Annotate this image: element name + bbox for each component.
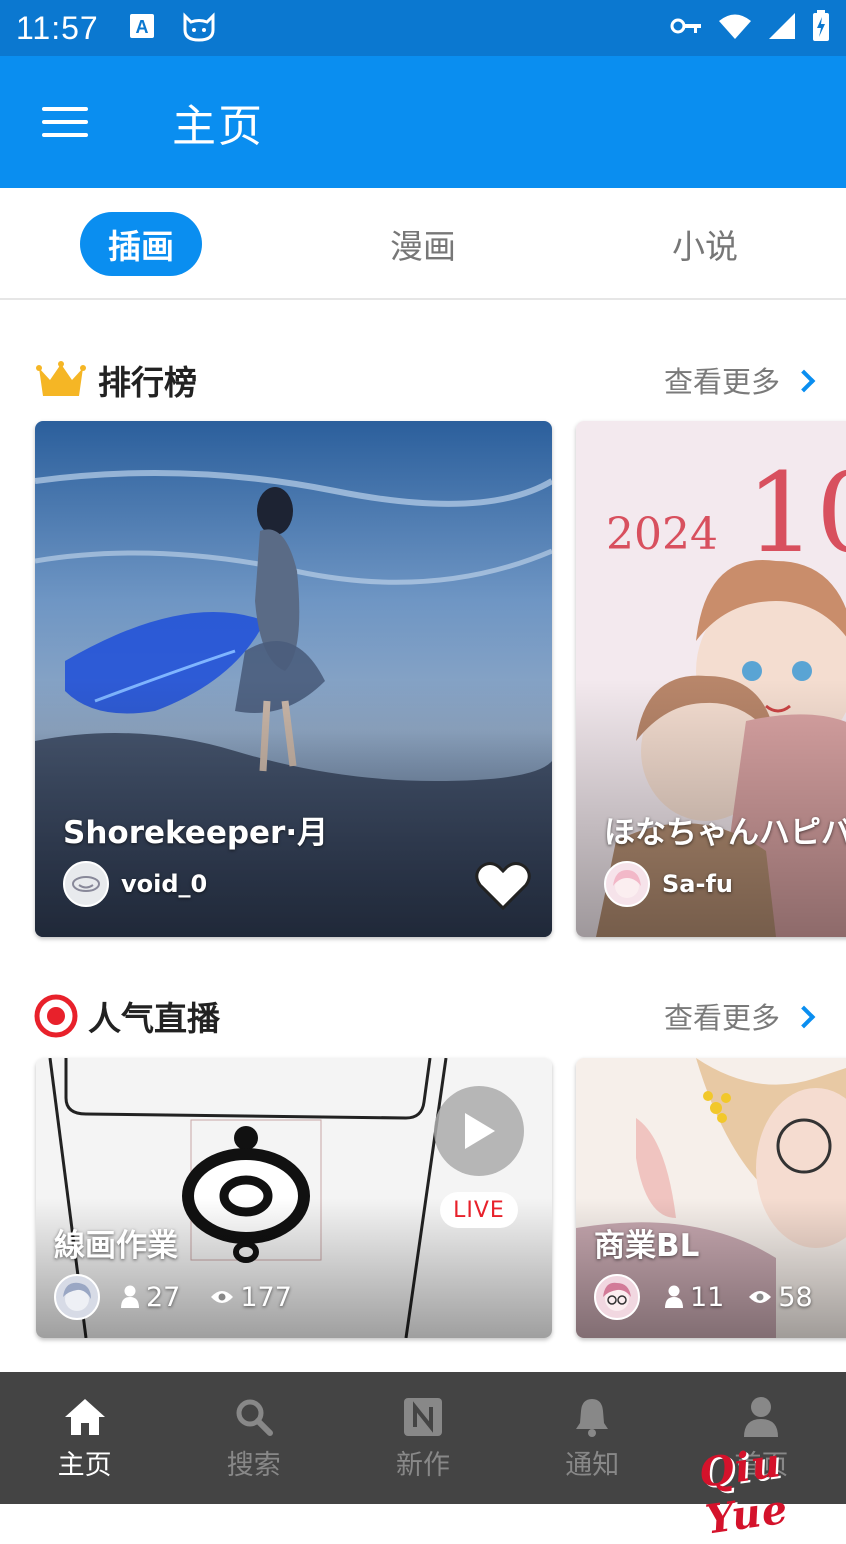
viewer-count-value: 11 [690,1281,725,1313]
viewer-count: 11 [664,1282,724,1313]
live-target-icon [34,994,78,1038]
svg-text:2024: 2024 [606,509,718,560]
nav-label: 主页 [57,1449,112,1481]
view-count: 58 [748,1281,813,1313]
avatar [54,1274,100,1320]
like-button[interactable] [475,861,531,911]
hamburger-menu-icon [42,107,88,137]
svg-text:10: 10 [746,449,846,577]
live-badge: LIVE [440,1192,518,1228]
ranking-card[interactable]: 2024 10 ほなちゃんハピバ Sa-fu [576,421,846,937]
home-icon [63,1395,107,1439]
wifi-icon [718,12,752,44]
avatar [594,1274,640,1320]
ranking-section-header: 排行榜 查看更多 [0,350,846,410]
nav-label: 搜索 [226,1449,281,1481]
svg-text:A: A [135,17,148,37]
artwork-author[interactable]: Sa-fu [604,861,733,907]
bell-icon [570,1395,614,1439]
see-more-label: 查看更多 [663,1001,780,1035]
live-stream-meta: 27 177 [54,1274,292,1320]
chevron-right-icon [792,369,816,393]
nav-item-notifications[interactable]: 通知 [508,1372,677,1504]
app-bar: 主页 [0,56,846,188]
artwork-title: ほなちゃんハピバ [604,815,846,851]
tab-illustration[interactable]: 插画 [80,212,202,276]
play-button[interactable] [434,1086,524,1176]
vpn-key-icon [670,16,702,40]
artwork-author[interactable]: void_0 [63,861,207,907]
live-card[interactable]: LIVE 線画作業 27 177 [36,1058,552,1338]
live-see-more-link[interactable]: 查看更多 [664,995,816,1037]
live-title: 人气直播 [88,999,220,1038]
view-count: 177 [210,1282,292,1313]
nav-label: 新作 [396,1449,450,1481]
see-more-label: 查看更多 [663,365,780,399]
ranking-card[interactable]: Shorekeeper·月 void_0 [35,421,552,937]
nav-item-new-works[interactable]: 新作 [338,1372,507,1504]
status-bar: 11:57 A [0,0,846,56]
nav-item-search[interactable]: 搜索 [169,1372,338,1504]
person-icon [665,1285,683,1308]
battery-charging-icon [812,10,830,46]
tab-novel[interactable]: 小说 [644,212,766,276]
heart-icon [475,862,531,911]
ranking-see-more-link[interactable]: 查看更多 [664,359,816,401]
watermark: Qiu Yue [696,1439,792,1544]
live-card[interactable]: 商業BL 11 58 [576,1058,846,1338]
status-time: 11:57 [16,9,99,46]
search-icon [232,1395,276,1439]
nav-label: 通知 [565,1449,620,1481]
avatar [63,861,109,907]
artwork-title: Shorekeeper·月 [63,815,329,851]
eye-icon [211,1291,234,1303]
page-title: 主页 [172,101,264,152]
viewer-count-value: 27 [146,1281,181,1313]
person-icon [121,1285,139,1308]
ranking-title: 排行榜 [98,363,197,402]
person-icon [739,1395,783,1439]
keyboard-a-icon: A [129,13,155,43]
live-stream-title: 線画作業 [54,1228,178,1264]
view-count-value: 58 [778,1281,813,1313]
category-tab-bar: 插画 漫画 小说 [0,188,846,300]
author-name: void_0 [121,870,208,898]
play-icon [465,1113,495,1149]
menu-button[interactable] [0,56,130,188]
live-section-header: 人气直播 查看更多 [0,986,846,1046]
tab-manga[interactable]: 漫画 [362,212,484,276]
avatar [604,861,650,907]
new-works-icon [401,1395,445,1439]
chevron-right-icon [792,1005,816,1029]
viewer-count: 27 [120,1282,180,1313]
cellular-signal-icon [768,12,796,44]
view-count-value: 177 [240,1281,292,1313]
crown-icon [36,360,86,400]
nav-item-home[interactable]: 主页 [0,1372,169,1504]
eye-icon [749,1291,772,1303]
author-name: Sa-fu [662,870,733,898]
cat-app-icon [181,10,217,46]
live-stream-meta: 11 58 [594,1274,813,1320]
live-stream-title: 商業BL [594,1228,700,1264]
